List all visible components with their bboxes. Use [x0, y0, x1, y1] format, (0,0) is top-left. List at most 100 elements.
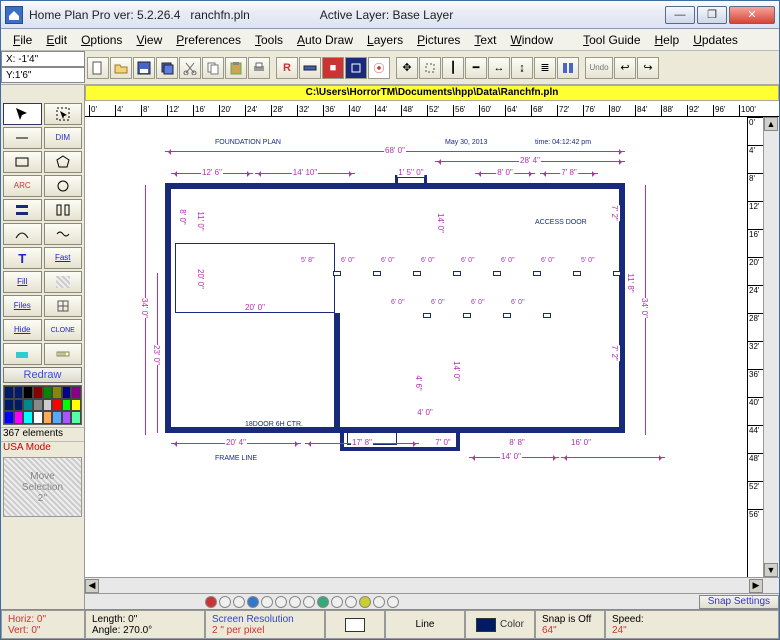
vertical-scrollbar[interactable]: ▲ ▼ — [763, 117, 779, 577]
pan-icon[interactable]: ✥ — [396, 57, 418, 79]
snap-dot[interactable] — [289, 596, 301, 608]
hline-icon[interactable]: ┃ — [442, 57, 464, 79]
menu-text[interactable]: Text — [468, 31, 502, 49]
rect-tool[interactable] — [3, 151, 42, 173]
pier-post — [333, 271, 341, 276]
pier-dim: 5' 0" — [581, 257, 595, 264]
crop-icon[interactable] — [419, 57, 441, 79]
horizontal-scrollbar[interactable]: ◀ ▶ — [85, 577, 779, 593]
snap-dot[interactable] — [303, 596, 315, 608]
cut-icon[interactable] — [179, 57, 201, 79]
color-swatches[interactable] — [3, 385, 82, 425]
pointer-tool[interactable] — [3, 103, 42, 125]
maximize-button[interactable]: ❐ — [697, 6, 727, 24]
save-icon[interactable] — [133, 57, 155, 79]
snap-dot[interactable] — [359, 596, 371, 608]
menu-edit[interactable]: Edit — [40, 31, 73, 49]
hatch-tool[interactable] — [44, 271, 83, 293]
color-tool[interactable] — [3, 343, 42, 365]
curve-tool[interactable] — [3, 223, 42, 245]
menu-options[interactable]: Options — [75, 31, 128, 49]
door-tool[interactable] — [44, 199, 83, 221]
circle-tool[interactable] — [44, 175, 83, 197]
wall-tool[interactable] — [3, 199, 42, 221]
layer-toggle-icon[interactable] — [557, 57, 579, 79]
undo-button[interactable]: Undo — [585, 57, 613, 79]
snap-dot[interactable] — [219, 596, 231, 608]
grid-icon[interactable] — [345, 57, 367, 79]
hide-tool[interactable]: Hide — [3, 319, 42, 341]
menu-tools[interactable]: Tools — [249, 31, 289, 49]
zoom-in-icon[interactable]: ⦿ — [368, 57, 390, 79]
drawing-canvas[interactable]: FOUNDATION PLAN May 30, 2013 time: 04:12… — [85, 117, 747, 577]
dim-top-1: 12' 6" — [201, 168, 223, 177]
snap-dot[interactable] — [345, 596, 357, 608]
status-horiz: Horiz: 0" — [8, 614, 78, 625]
vflip-icon[interactable]: ↨ — [511, 57, 533, 79]
unit-mode: USA Mode — [1, 441, 84, 455]
snap-dot[interactable] — [331, 596, 343, 608]
print-icon[interactable] — [248, 57, 270, 79]
fill-tool[interactable]: Fill — [3, 271, 42, 293]
menu-preferences[interactable]: Preferences — [170, 31, 247, 49]
bg-color-swatch[interactable] — [345, 618, 365, 632]
menu-updates[interactable]: Updates — [687, 31, 744, 49]
dim-top-mid: 1' 5'' 0'' — [397, 168, 424, 177]
app-title: Home Plan Pro ver: 5.2.26.4 — [29, 8, 180, 22]
dim-4-0: 4' 0" — [416, 408, 434, 417]
snap-settings-button[interactable]: Snap Settings — [699, 595, 779, 609]
snap-dot[interactable] — [387, 596, 399, 608]
scroll-left-icon[interactable]: ◀ — [85, 579, 99, 593]
menu-file[interactable]: File — [7, 31, 38, 49]
close-button[interactable]: ✕ — [729, 6, 775, 24]
arc-tool[interactable]: ARC — [3, 175, 42, 197]
scroll-down-icon[interactable]: ▼ — [764, 563, 778, 577]
snap-dot[interactable] — [317, 596, 329, 608]
wave-tool[interactable] — [44, 223, 83, 245]
menu-auto-draw[interactable]: Auto Draw — [291, 31, 359, 49]
clone-tool[interactable]: CLONE — [44, 319, 83, 341]
polygon-tool[interactable] — [44, 151, 83, 173]
redo2-icon[interactable]: ↪ — [637, 57, 659, 79]
menu-tool-guide[interactable]: Tool Guide — [577, 31, 646, 49]
new-file-icon[interactable] — [87, 57, 109, 79]
snap-dot[interactable] — [247, 596, 259, 608]
align-icon[interactable]: ≣ — [534, 57, 556, 79]
vline-icon[interactable]: ━ — [465, 57, 487, 79]
snap-dot[interactable] — [261, 596, 273, 608]
paste-icon[interactable] — [225, 57, 247, 79]
snap-value: 64" — [542, 625, 598, 636]
dim-bot-2: 17' 8" — [351, 438, 373, 447]
redo-icon[interactable]: ↩ — [614, 57, 636, 79]
menu-view[interactable]: View — [130, 31, 168, 49]
line-color-swatch[interactable] — [476, 618, 496, 632]
snap-dot[interactable] — [275, 596, 287, 608]
select-area-tool[interactable] — [44, 103, 83, 125]
dimension-tool[interactable]: DIM — [44, 127, 83, 149]
snap-mode-dot[interactable] — [205, 596, 217, 608]
fast-text-tool[interactable]: Fast — [44, 247, 83, 269]
ruler-tool[interactable] — [44, 343, 83, 365]
snap-dot[interactable] — [373, 596, 385, 608]
save-all-icon[interactable] — [156, 57, 178, 79]
hflip-icon[interactable]: ↔ — [488, 57, 510, 79]
menu-help[interactable]: Help — [649, 31, 686, 49]
menu-pictures[interactable]: Pictures — [411, 31, 466, 49]
symbol-tool[interactable] — [44, 295, 83, 317]
open-file-icon[interactable] — [110, 57, 132, 79]
search-replace-icon[interactable]: R — [276, 57, 298, 79]
snap-dot[interactable] — [233, 596, 245, 608]
redraw-button[interactable]: Redraw — [3, 367, 82, 383]
measure-icon[interactable] — [299, 57, 321, 79]
line-tool[interactable] — [3, 127, 42, 149]
scroll-up-icon[interactable]: ▲ — [764, 117, 778, 131]
dim-right-h: 34' 0" — [639, 298, 650, 318]
stop-icon[interactable]: ■ — [322, 57, 344, 79]
menu-window[interactable]: Window — [504, 31, 559, 49]
text-tool[interactable]: T — [3, 247, 42, 269]
copy-icon[interactable] — [202, 57, 224, 79]
files-tool[interactable]: Files — [3, 295, 42, 317]
minimize-button[interactable]: — — [665, 6, 695, 24]
scroll-right-icon[interactable]: ▶ — [749, 579, 763, 593]
menu-layers[interactable]: Layers — [361, 31, 409, 49]
